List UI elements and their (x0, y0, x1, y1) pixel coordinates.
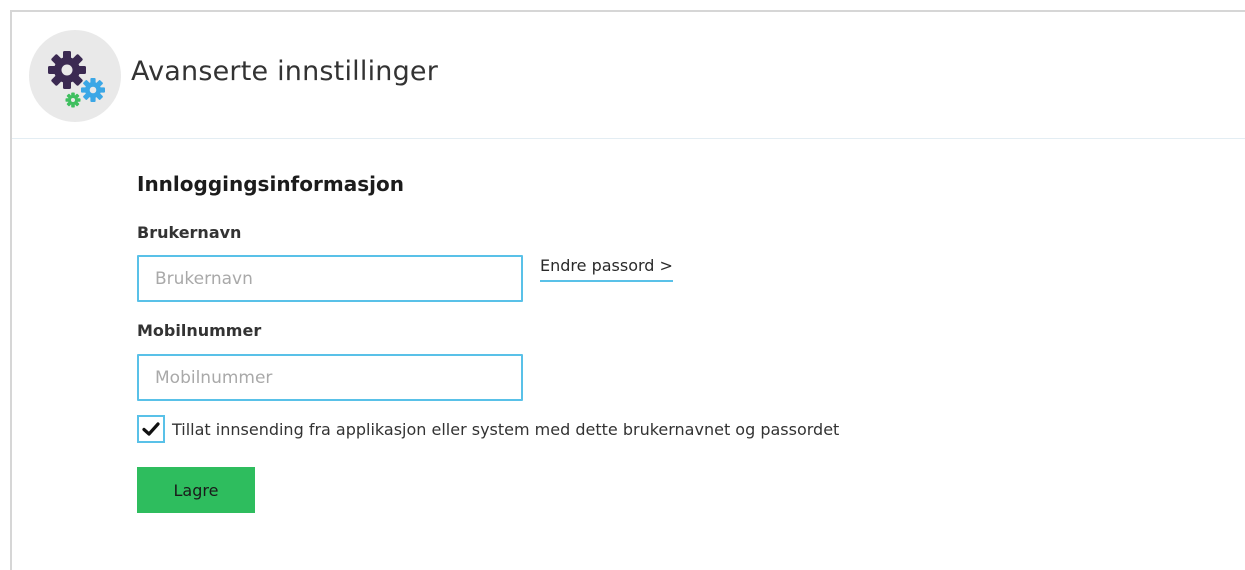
save-button[interactable]: Lagre (137, 467, 255, 513)
username-input[interactable] (137, 255, 523, 302)
username-label: Brukernavn (137, 223, 242, 242)
allow-submission-checkbox[interactable] (137, 415, 165, 443)
gears-icon (29, 30, 121, 122)
change-password-link[interactable]: Endre passord > (540, 256, 673, 282)
mobile-label: Mobilnummer (137, 321, 262, 340)
mobile-input[interactable] (137, 354, 523, 401)
page-header: Avanserte innstillinger (12, 12, 1245, 139)
allow-submission-label: Tillat innsending fra applikasjon eller … (172, 420, 840, 439)
section-title: Innloggingsinformasjon (137, 172, 404, 196)
checkmark-icon (142, 422, 160, 436)
page-title: Avanserte innstillinger (131, 56, 439, 87)
